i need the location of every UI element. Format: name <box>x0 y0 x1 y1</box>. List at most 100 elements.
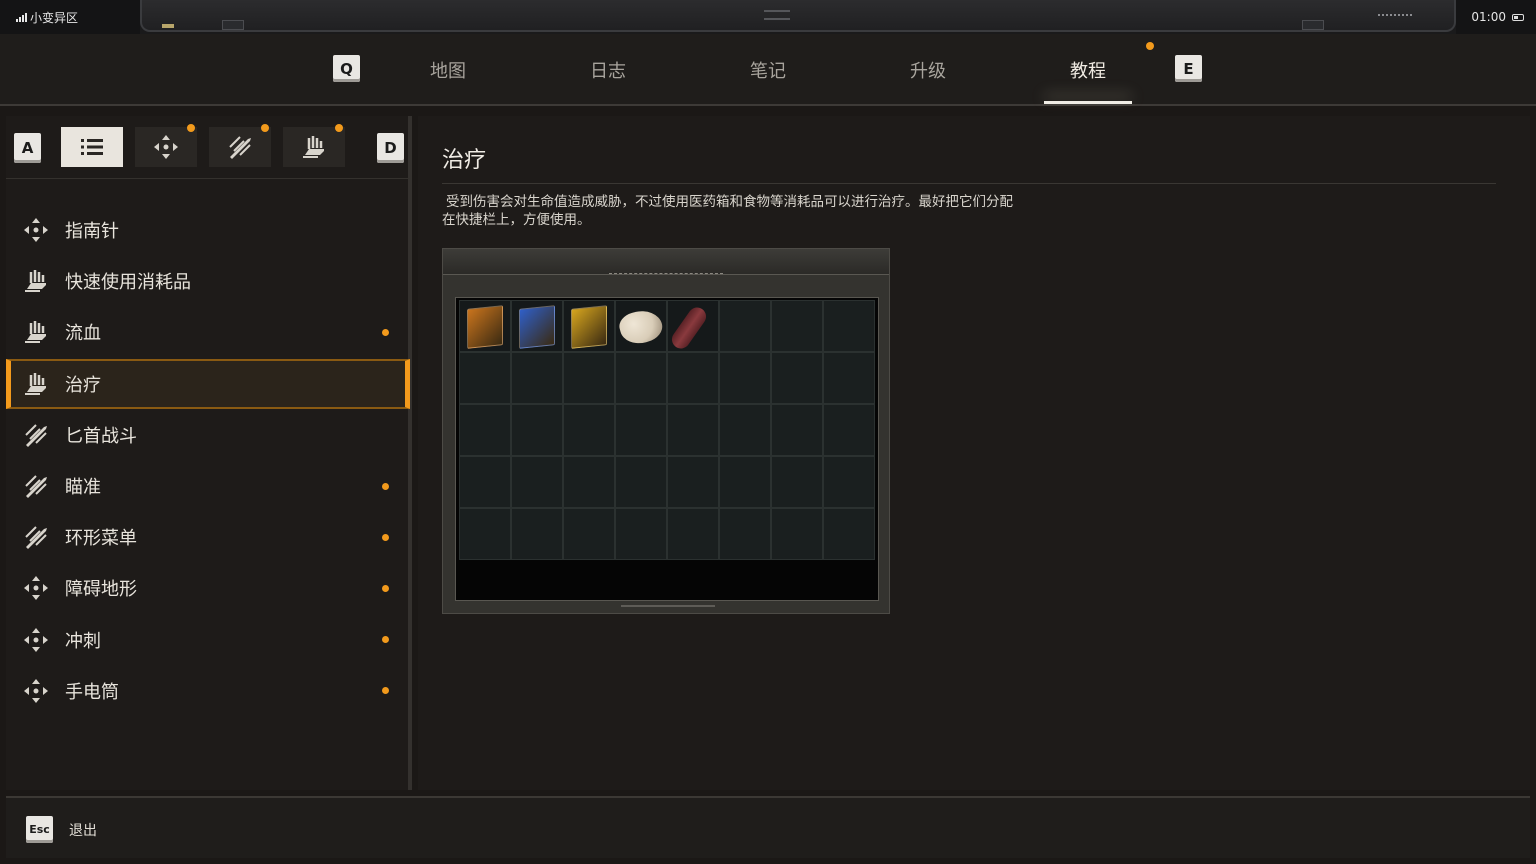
new-notification-dot <box>382 584 389 592</box>
category-notification-dot <box>261 124 269 132</box>
description-line: 在快捷栏上，方便使用。 <box>442 212 591 228</box>
hand-icon <box>303 136 324 158</box>
tutorial-description: 受到伤害会对生命值造成威胁，不过使用医药箱和食物等消耗品可以进行治疗。最好把它们… <box>442 193 1102 229</box>
inventory-frame-header <box>443 249 889 275</box>
tutorial-list-item[interactable]: 快速使用消耗品 <box>6 256 410 306</box>
battery-icon <box>1512 13 1524 21</box>
title-divider <box>442 183 1496 184</box>
hand-icon <box>22 370 50 398</box>
tab-notes[interactable]: 笔记 <box>723 57 813 87</box>
inventory-cell <box>511 404 563 456</box>
frame-notch-left <box>222 20 244 30</box>
compass-icon <box>154 135 178 159</box>
frame-dots <box>1378 14 1412 17</box>
status-right: 01:00 <box>1456 0 1536 34</box>
sausage-icon <box>668 303 710 353</box>
tutorial-list-item[interactable]: 手电筒 <box>6 666 410 716</box>
hud-frame <box>140 0 1456 32</box>
inventory-cell <box>719 300 771 352</box>
hand-icon <box>22 267 50 295</box>
tutorial-list-item-label: 流血 <box>65 323 101 345</box>
blue-medkit-icon <box>519 305 555 349</box>
inventory-cell <box>615 456 667 508</box>
inventory-cell <box>719 404 771 456</box>
tutorial-list-item[interactable]: 匕首战斗 <box>6 410 410 460</box>
category-navigation-button[interactable] <box>135 124 197 167</box>
new-notification-dot <box>382 482 389 490</box>
inventory-cell <box>459 508 511 560</box>
tutorial-illustration <box>442 248 890 614</box>
tab-map[interactable]: 地图 <box>403 57 493 87</box>
category-divider <box>6 178 410 179</box>
inventory-cell <box>615 508 667 560</box>
inventory-cell <box>719 508 771 560</box>
inventory-cells <box>459 300 875 562</box>
signal-icon <box>16 12 27 22</box>
status-bar: 小变异区 01:00 <box>0 0 1536 34</box>
inventory-cell <box>667 404 719 456</box>
tutorial-list-item[interactable]: 冲刺 <box>6 615 410 665</box>
tutorial-notification-dot <box>1146 42 1154 50</box>
inventory-cell <box>615 404 667 456</box>
category-notification-dot <box>187 124 195 132</box>
category-all-button[interactable] <box>61 127 123 167</box>
inventory-cell <box>667 508 719 560</box>
tab-bar: Q 地图 日志 笔记 升级 教程 E <box>0 34 1536 106</box>
inventory-cell <box>667 352 719 404</box>
exit-label[interactable]: 退出 <box>69 820 97 840</box>
tutorial-list-item[interactable]: 瞄准 <box>6 461 410 511</box>
tab-tutorial[interactable]: 教程 <box>1043 57 1133 87</box>
carrier-label: 小变异区 <box>30 10 79 25</box>
inventory-cell <box>563 352 615 404</box>
inventory-cell <box>667 456 719 508</box>
prev-category-key[interactable]: A <box>14 133 41 163</box>
tutorial-list-item-label: 匕首战斗 <box>65 425 137 447</box>
tutorial-list-item-label: 手电筒 <box>65 681 119 703</box>
tutorial-list-item-label: 指南针 <box>65 221 119 242</box>
tab-journal[interactable]: 日志 <box>563 57 653 87</box>
inventory-cell <box>719 352 771 404</box>
compass-icon <box>22 574 50 602</box>
tab-upgrades[interactable]: 升级 <box>883 57 973 87</box>
tutorial-list-item-label: 冲刺 <box>65 630 101 652</box>
tutorial-title: 治疗 <box>442 148 487 173</box>
inventory-cell <box>667 300 719 353</box>
inventory-cell <box>563 508 615 560</box>
inventory-cell <box>823 456 875 508</box>
status-left: 小变异区 <box>0 0 140 34</box>
new-notification-dot <box>382 328 389 336</box>
next-tab-key[interactable]: E <box>1175 55 1202 82</box>
hand-icon <box>22 318 50 346</box>
tutorial-list-item[interactable]: 指南针 <box>6 205 410 255</box>
esc-key[interactable]: Esc <box>26 816 53 843</box>
tutorial-list-item-label: 环形菜单 <box>65 528 137 550</box>
prev-tab-key[interactable]: Q <box>333 55 360 82</box>
inventory-cell <box>823 404 875 456</box>
tutorial-list-item[interactable]: 治疗 <box>6 358 410 409</box>
inventory-cell <box>771 456 823 508</box>
tutorial-list-item[interactable]: 流血 <box>6 307 410 357</box>
frame-notch-right <box>1302 20 1324 30</box>
inventory-cell <box>615 300 667 352</box>
tutorial-list-item[interactable]: 环形菜单 <box>6 512 410 562</box>
inventory-cell <box>459 404 511 456</box>
new-notification-dot <box>382 533 389 541</box>
inventory-cell <box>823 300 875 352</box>
category-survival-button[interactable] <box>283 124 345 167</box>
inventory-cell <box>511 300 563 352</box>
frame-mark <box>764 10 790 20</box>
frame-indicator <box>162 24 174 28</box>
compass-icon <box>22 677 50 705</box>
knife-icon <box>22 472 50 500</box>
footer-bar: Esc 退出 <box>6 796 1530 858</box>
category-combat-button[interactable] <box>209 124 271 167</box>
next-category-key[interactable]: D <box>377 133 404 163</box>
tutorial-list-item[interactable]: 障碍地形 <box>6 563 410 613</box>
inventory-cell <box>563 404 615 456</box>
inventory-cell <box>563 300 615 352</box>
inventory-grid <box>455 297 879 601</box>
inventory-cell <box>771 352 823 404</box>
bread-icon <box>616 306 666 348</box>
inventory-cell <box>771 404 823 456</box>
inventory-cell <box>563 456 615 508</box>
